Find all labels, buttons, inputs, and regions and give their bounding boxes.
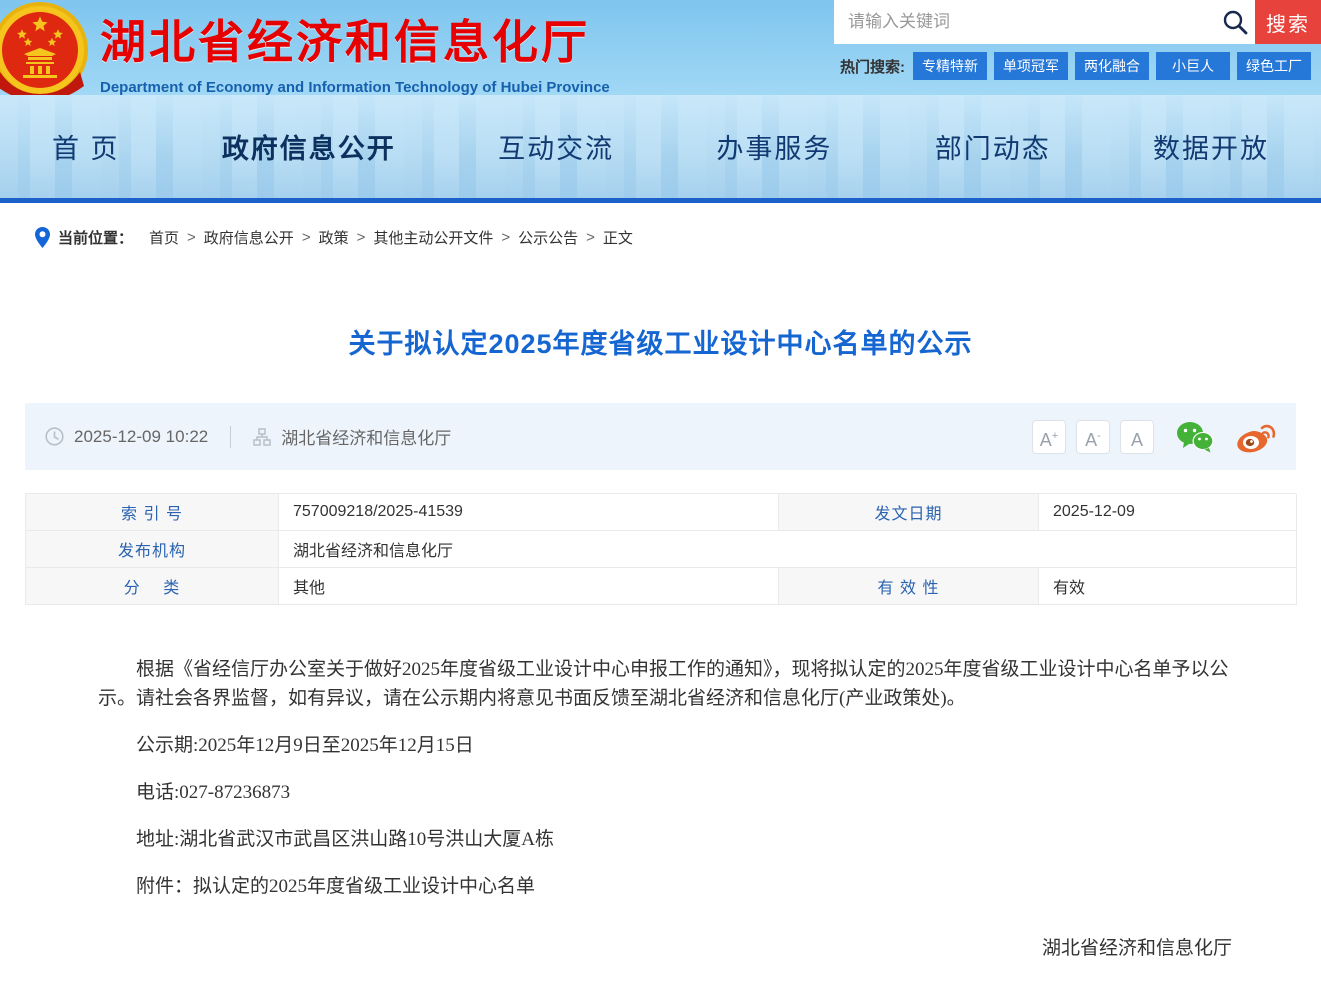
source-org-icon [253, 427, 271, 446]
search-row: 搜索 [834, 0, 1321, 44]
header-top: 湖北省经济和信息化厅 Department of Economy and Inf… [0, 0, 1321, 102]
breadcrumb-current: 正文 [602, 230, 633, 247]
breadcrumb-other-open-docs[interactable]: 其他主动公开文件 [373, 227, 493, 248]
meta-left: 2025-12-09 10:22 湖北省经济和信息化厅 [45, 424, 451, 449]
document-info-table: 索 引 号 757009218/2025-41539 发文日期 2025-12-… [25, 493, 1297, 605]
hot-search-row: 热门搜索: 专精特新 单项冠军 两化融合 小巨人 绿色工厂 [834, 52, 1321, 80]
info-date-value: 2025-12-09 [1039, 494, 1297, 531]
body-paragraph-address: 地址:湖北省武汉市武昌区洪山路10号洪山大厦A栋 [136, 829, 555, 850]
publish-source: 湖北省经济和信息化厅 [281, 429, 452, 448]
hot-search-item[interactable]: 专精特新 [913, 52, 987, 80]
info-category-label: 分 类 [26, 568, 279, 605]
meta-right: A + A- A [1022, 419, 1276, 454]
national-emblem-icon [0, 2, 88, 102]
info-validity-value: 有效 [1039, 568, 1297, 605]
signature-org: 湖北省经济和信息化厅 [1041, 938, 1232, 959]
nav-item-gov-info[interactable]: 政府信息公开 [222, 127, 396, 166]
meta-divider [230, 425, 232, 448]
breadcrumb-gov-info[interactable]: 政府信息公开 [204, 227, 294, 248]
body-paragraph: 根据《省经信厅办公室关于做好2025年度省级工业设计中心申报工作的通知》，现将拟… [98, 659, 1229, 709]
site-title-block: 湖北省经济和信息化厅 Department of Economy and Inf… [100, 6, 610, 96]
body-paragraph-period: 公示期:2025年12月9日至2025年12月15日 [136, 735, 474, 756]
publish-datetime: 2025-12-09 10:22 [74, 426, 209, 446]
info-category-value: 其他 [279, 568, 779, 605]
info-org-value: 湖北省经济和信息化厅 [279, 531, 1297, 568]
breadcrumb-separator: > [301, 229, 311, 246]
font-reset-button[interactable]: A [1120, 419, 1154, 454]
info-date-label: 发文日期 [779, 494, 1039, 531]
article-body: 根据《省经信厅办公室关于做好2025年度省级工业设计中心申报工作的通知》，现将拟… [98, 655, 1232, 901]
breadcrumb-separator: > [586, 229, 595, 246]
breadcrumb-separator: > [501, 229, 511, 246]
main-nav: 首 页 政府信息公开 互动交流 办事服务 部门动态 数据开放 [0, 95, 1321, 203]
font-increase-button[interactable]: A + [1032, 419, 1066, 454]
font-decrease-button[interactable]: A- [1076, 419, 1110, 454]
search-area: 搜索 热门搜索: 专精特新 单项冠军 两化融合 小巨人 绿色工厂 [834, 0, 1321, 80]
breadcrumb-separator: > [356, 229, 366, 246]
clock-icon [45, 427, 64, 446]
search-box [834, 0, 1255, 44]
hot-search-item[interactable]: 两化融合 [1075, 52, 1149, 80]
breadcrumb-policy[interactable]: 政策 [319, 227, 349, 248]
location-pin-icon [35, 227, 50, 248]
nav-item-services[interactable]: 办事服务 [716, 127, 832, 166]
wechat-share-icon[interactable] [1176, 421, 1214, 453]
info-index-value: 757009218/2025-41539 [279, 494, 779, 531]
breadcrumb-label: 当前位置： [58, 230, 134, 247]
hot-search-label: 热门搜索: [840, 58, 905, 76]
body-paragraph-attachment: 附件：拟认定的2025年度省级工业设计中心名单 [136, 876, 536, 897]
info-org-label: 发布机构 [26, 531, 279, 568]
hot-search-item[interactable]: 绿色工厂 [1237, 52, 1311, 80]
article-meta-bar: 2025-12-09 10:22 湖北省经济和信息化厅 A + A- A [25, 403, 1296, 470]
search-input[interactable] [834, 0, 1215, 44]
article-title: 关于拟认定2025年度省级工业设计中心名单的公示 [348, 329, 973, 359]
site-title: 湖北省经济和信息化厅 [100, 16, 590, 68]
signature-block: 湖北省经济和信息化厅 2025年12月9日 [98, 933, 1232, 991]
body-paragraph-phone: 电话:027-87236873 [136, 782, 291, 803]
site-header: 湖北省经济和信息化厅 Department of Economy and Inf… [0, 0, 1321, 203]
search-button[interactable]: 搜索 [1255, 0, 1321, 44]
hot-search-item[interactable]: 单项冠军 [994, 52, 1068, 80]
breadcrumb-announcements[interactable]: 公示公告 [518, 227, 578, 248]
nav-item-home[interactable]: 首 页 [52, 127, 120, 166]
info-validity-label: 有 效 性 [779, 568, 1039, 605]
nav-item-dept-news[interactable]: 部门动态 [935, 127, 1051, 166]
site-subtitle-en: Department of Economy and Information Te… [100, 79, 610, 96]
breadcrumb-home[interactable]: 首页 [149, 227, 179, 248]
page: 湖北省经济和信息化厅 Department of Economy and Inf… [0, 0, 1321, 991]
nav-item-open-data[interactable]: 数据开放 [1153, 127, 1269, 166]
hot-search-item[interactable]: 小巨人 [1156, 52, 1230, 80]
nav-item-interaction[interactable]: 互动交流 [498, 127, 614, 166]
weibo-share-icon[interactable] [1236, 421, 1276, 453]
breadcrumb: 当前位置： 首页 > 政府信息公开 > 政策 > 其他主动公开文件 > 公示公告… [0, 203, 1321, 270]
search-icon[interactable] [1215, 9, 1255, 35]
info-index-label: 索 引 号 [26, 494, 279, 531]
breadcrumb-separator: > [187, 229, 196, 246]
